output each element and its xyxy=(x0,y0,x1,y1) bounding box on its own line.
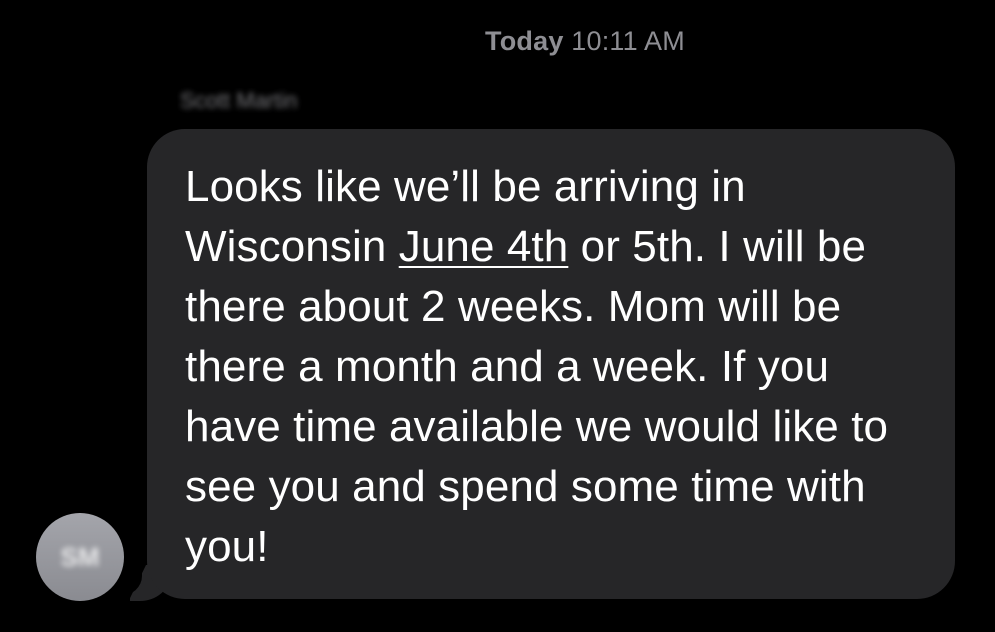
message-timestamp: Today 10:11 AM xyxy=(0,26,995,57)
avatar-initials: SM xyxy=(60,541,100,572)
incoming-message-bubble[interactable]: Looks like we’ll be arriving in Wisconsi… xyxy=(147,129,955,599)
message-thread-screen: Today 10:11 AM Scott Martin Looks like w… xyxy=(0,0,995,632)
timestamp-time: 10:11 AM xyxy=(571,26,685,56)
sender-name: Scott Martin xyxy=(180,88,298,113)
sender-avatar[interactable]: SM xyxy=(36,513,124,601)
date-link[interactable]: June 4th xyxy=(399,222,569,271)
timestamp-day: Today xyxy=(485,26,564,56)
message-text-end: or 5th. I will be there about 2 weeks. M… xyxy=(185,222,889,571)
message-text: Looks like we’ll be arriving in Wisconsi… xyxy=(185,157,925,577)
